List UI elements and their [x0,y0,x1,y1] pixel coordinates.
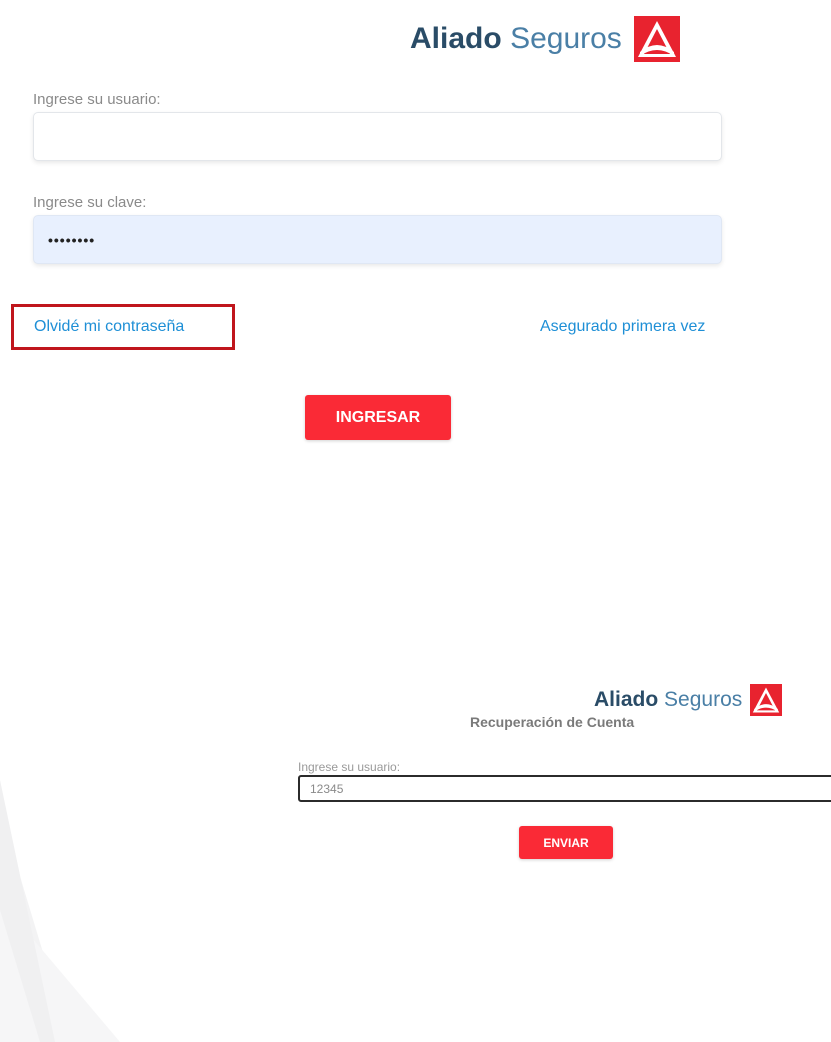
password-label: Ingrese su clave: [33,194,147,211]
forgot-password-link[interactable]: Olvidé mi contraseña [34,318,184,336]
background-decoration [0,780,120,1042]
recovery-username-input[interactable]: 12345 [298,775,831,802]
first-time-insured-link[interactable]: Asegurado primera vez [540,318,705,336]
password-input[interactable]: •••••••• [33,215,722,264]
recovery-title: Recuperación de Cuenta [470,714,635,730]
brand-name-light: Seguros [510,22,622,55]
brand-logo: Aliado Seguros [410,16,680,62]
username-input[interactable] [33,112,722,161]
page: Aliado Seguros Ingrese su usuario: Ingres… [0,0,831,1042]
aliado-triangle-logo-icon [750,684,783,716]
brand-name-bold: Aliado [410,22,502,55]
send-button[interactable]: ENVIAR [519,826,613,859]
recovery-brand-logo: Aliado Seguros [594,684,783,716]
username-label: Ingrese su usuario: [33,91,161,108]
recovery-username-label: Ingrese su usuario: [298,760,401,774]
brand-name-light: Seguros [664,688,743,711]
login-button[interactable]: INGRESAR [305,395,451,440]
aliado-triangle-logo-icon [633,16,680,62]
brand-name-bold: Aliado [594,688,659,711]
